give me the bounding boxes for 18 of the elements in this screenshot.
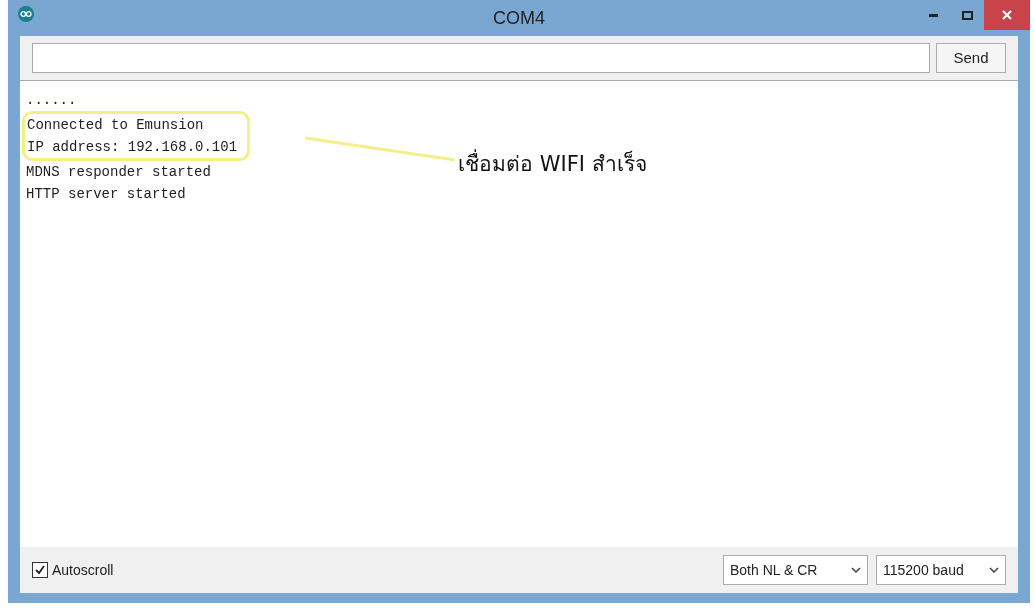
checkmark-icon bbox=[34, 564, 46, 576]
autoscroll-checkbox[interactable]: Autoscroll bbox=[32, 559, 114, 581]
app-logo-icon bbox=[18, 6, 34, 22]
close-icon bbox=[1002, 10, 1012, 20]
window-title: COM4 bbox=[493, 6, 545, 30]
message-input-field[interactable] bbox=[32, 43, 930, 73]
output-line: HTTP server started bbox=[26, 185, 186, 204]
line-ending-dropdown[interactable]: Both NL & CR bbox=[723, 555, 868, 585]
baud-rate-dropdown[interactable]: 115200 baud bbox=[876, 555, 1006, 585]
annotation-text: เชื่อมต่อ WIFI สำเร็จ bbox=[458, 149, 647, 181]
output-line: IP address: 192.168.0.101 bbox=[27, 138, 238, 157]
close-button[interactable] bbox=[984, 0, 1030, 30]
output-line: MDNS responder started bbox=[26, 163, 211, 182]
output-line: ...... bbox=[26, 91, 77, 110]
chevron-down-icon bbox=[989, 567, 999, 573]
chevron-down-icon bbox=[851, 567, 861, 573]
output-line: Connected to Emunsion bbox=[27, 116, 204, 135]
send-button[interactable]: Send bbox=[936, 43, 1006, 73]
